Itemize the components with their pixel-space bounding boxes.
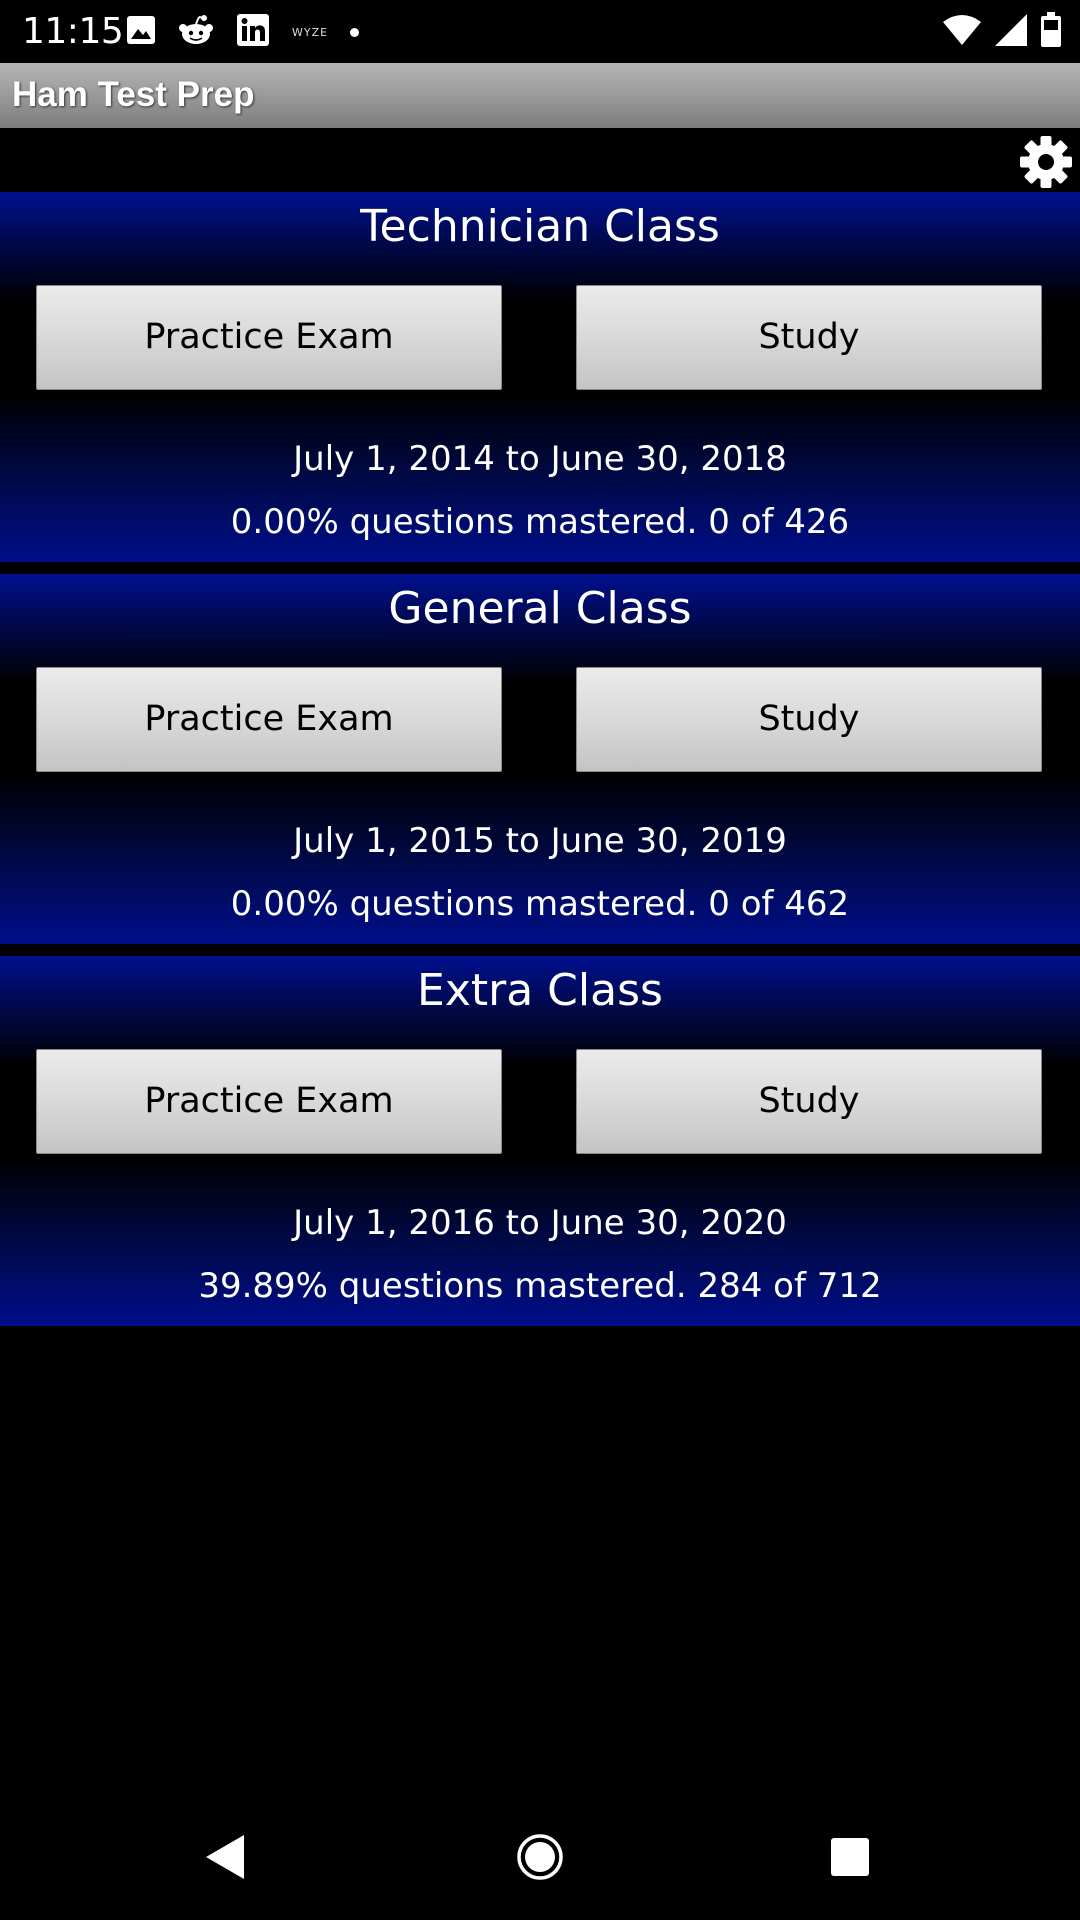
recents-icon[interactable] xyxy=(830,1837,870,1881)
back-icon[interactable] xyxy=(204,1833,248,1885)
notification-dot-icon xyxy=(350,27,360,37)
app-title-bar: Ham Test Prep xyxy=(0,63,1080,128)
system-status-icons xyxy=(930,12,1062,52)
wifi-icon xyxy=(942,14,982,50)
section-technician-class: Technician Class Practice Exam Study Jul… xyxy=(0,192,1080,562)
status-bar: 11:15 WYZE xyxy=(0,0,1080,63)
practice-exam-button[interactable]: Practice Exam xyxy=(36,1049,502,1154)
study-button[interactable]: Study xyxy=(576,1049,1042,1154)
gear-icon[interactable] xyxy=(1018,134,1074,190)
section-dates: July 1, 2016 to June 30, 2020 xyxy=(293,1203,787,1243)
section-title: General Class xyxy=(388,583,692,634)
section-general-class: General Class Practice Exam Study July 1… xyxy=(0,574,1080,944)
section-dates: July 1, 2014 to June 30, 2018 xyxy=(293,439,787,479)
reddit-icon xyxy=(178,14,214,50)
linkedin-icon xyxy=(236,13,270,51)
section-progress: 0.00% questions mastered. 0 of 426 xyxy=(230,502,850,542)
status-time: 11:15 xyxy=(22,11,124,52)
signal-icon xyxy=(994,13,1028,51)
home-icon[interactable] xyxy=(516,1833,564,1885)
image-icon xyxy=(126,15,156,49)
study-button[interactable]: Study xyxy=(576,285,1042,390)
study-button[interactable]: Study xyxy=(576,667,1042,772)
practice-exam-button[interactable]: Practice Exam xyxy=(36,285,502,390)
app-title: Ham Test Prep xyxy=(12,75,255,114)
section-extra-class: Extra Class Practice Exam Study July 1, … xyxy=(0,956,1080,1326)
wyze-icon: WYZE xyxy=(292,25,329,39)
section-title: Technician Class xyxy=(360,201,720,252)
notification-icons: WYZE xyxy=(126,14,381,50)
section-progress: 0.00% questions mastered. 0 of 462 xyxy=(230,884,850,924)
section-title: Extra Class xyxy=(417,965,663,1016)
section-dates: July 1, 2015 to June 30, 2019 xyxy=(293,821,787,861)
section-progress: 39.89% questions mastered. 284 of 712 xyxy=(198,1266,882,1306)
battery-icon xyxy=(1040,12,1062,52)
practice-exam-button[interactable]: Practice Exam xyxy=(36,667,502,772)
navigation-bar xyxy=(0,1800,1080,1920)
